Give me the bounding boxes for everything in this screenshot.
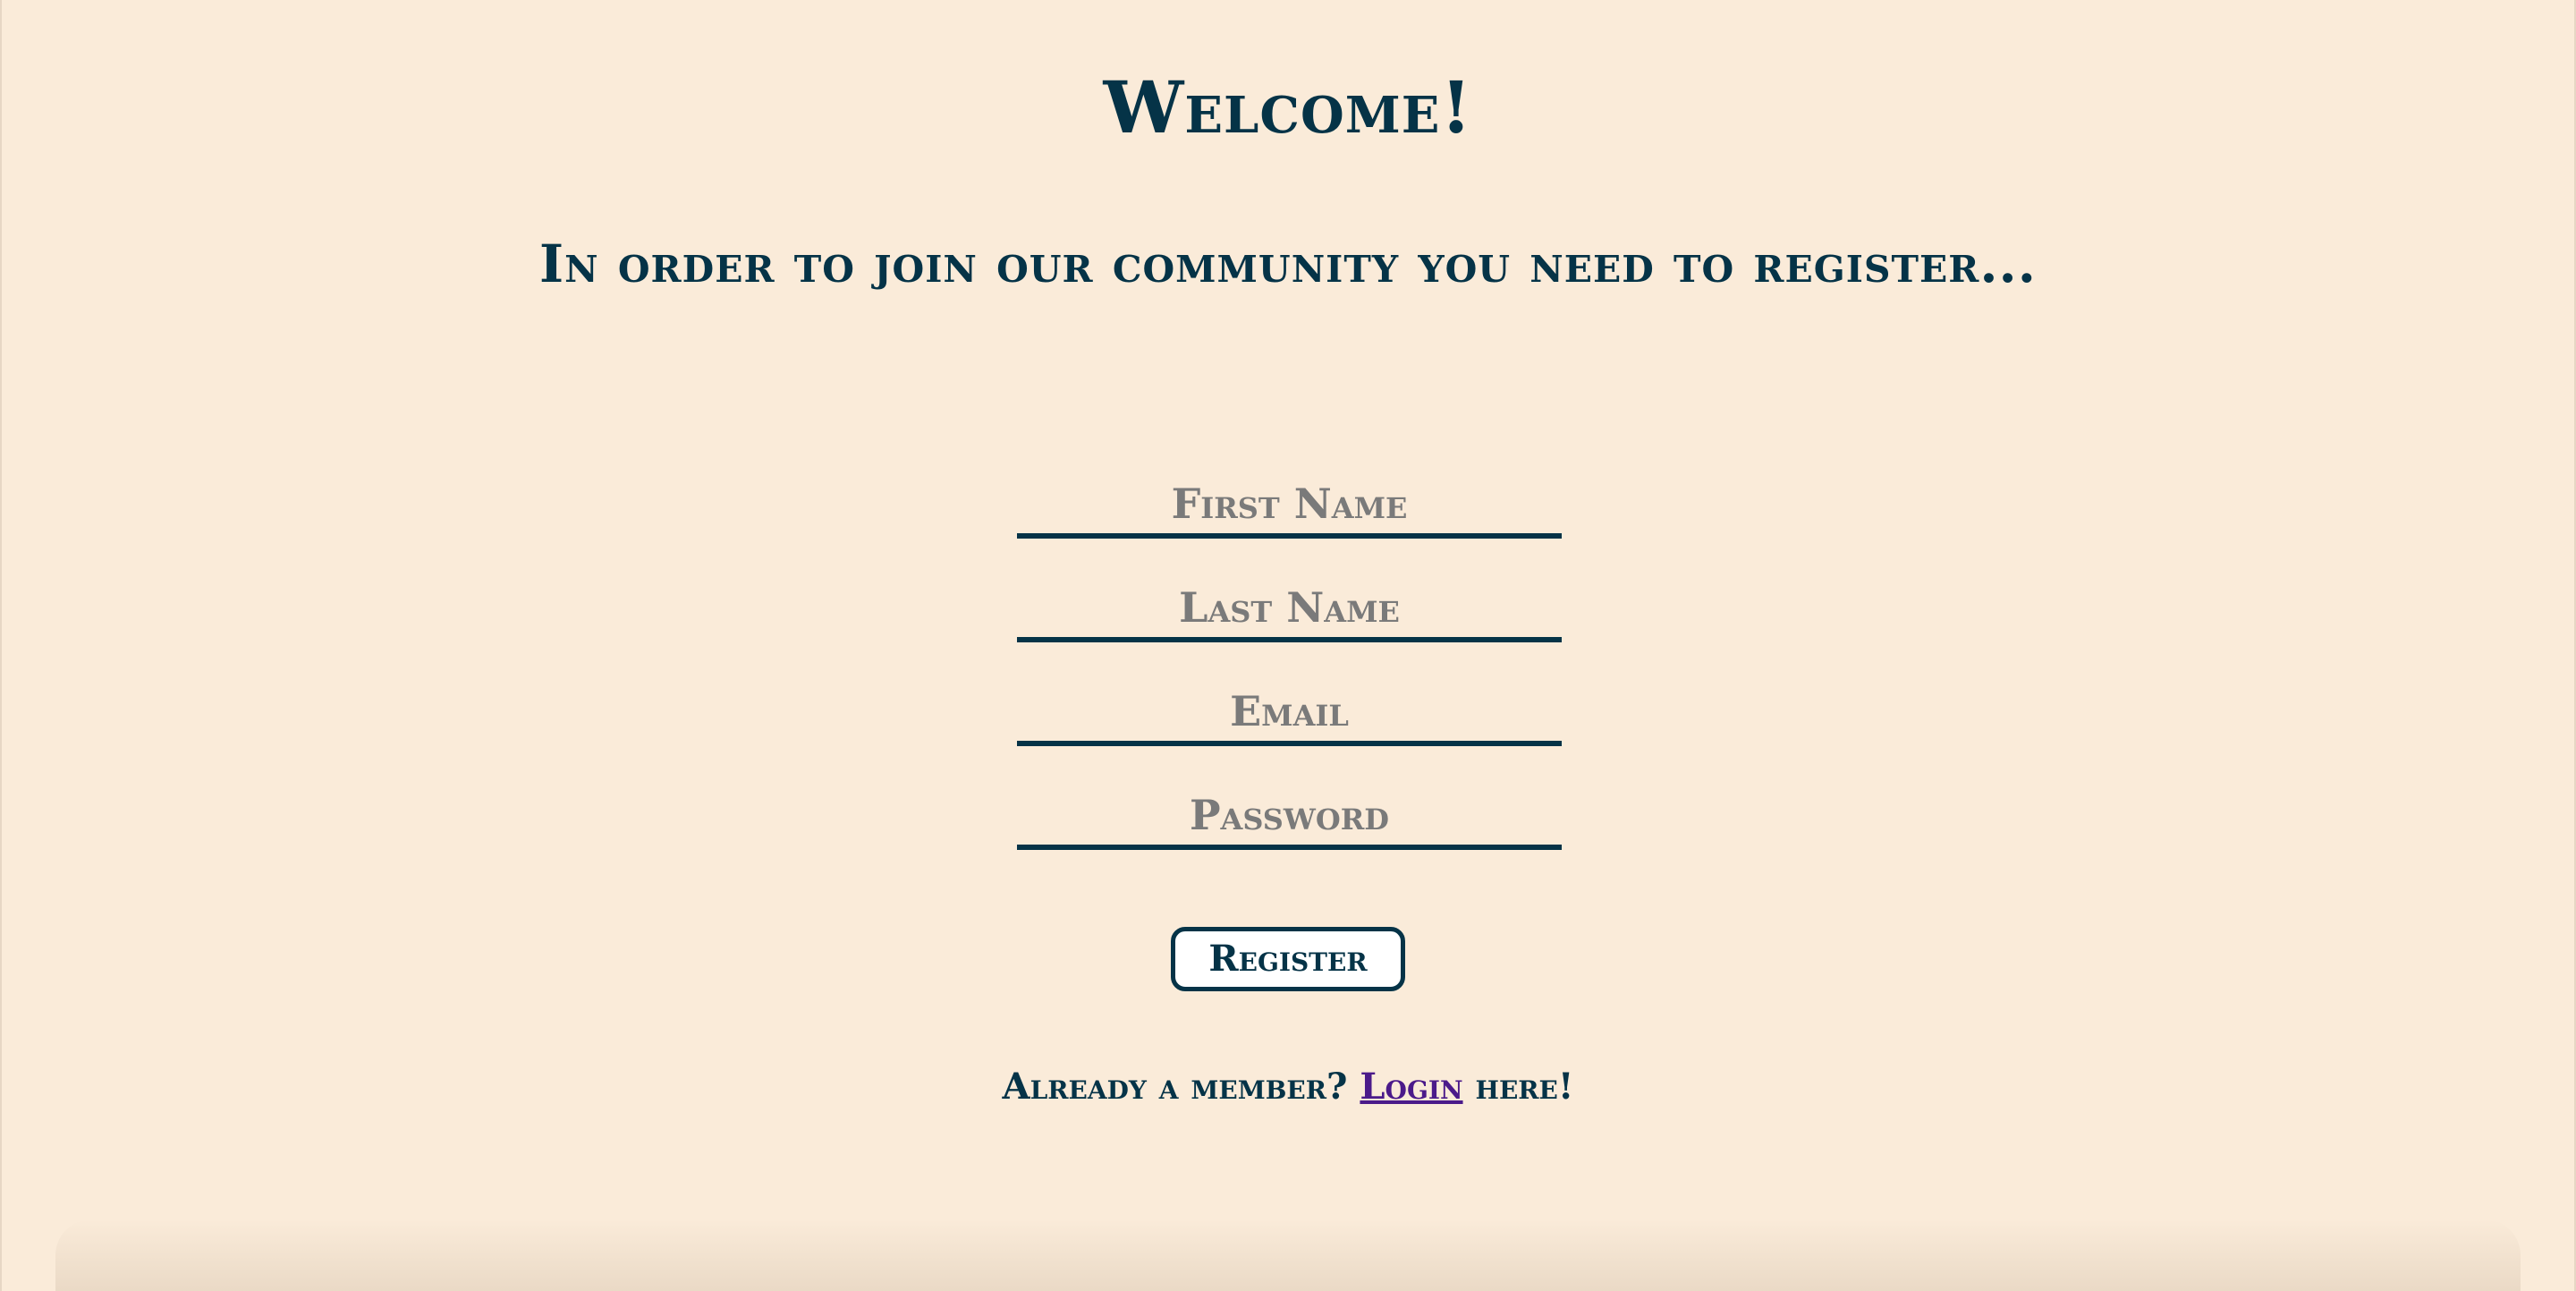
registration-form [1017,465,1562,880]
login-prompt-prefix: Already a member? [1002,1066,1348,1108]
last-name-input[interactable] [1017,569,1562,642]
page-title: Welcome! [1103,65,1473,149]
page-subtitle: In order to join our community you need … [539,234,2037,294]
register-button-container: Register [2,927,2574,991]
first-name-input[interactable] [1017,465,1562,539]
login-prompt-suffix: here! [1475,1066,1574,1108]
login-link[interactable]: Login [1360,1066,1462,1108]
login-prompt: Already a member? Login here! [2,1060,2574,1114]
bottom-shadow-decoration [55,1219,2521,1291]
password-input[interactable] [1017,777,1562,850]
registration-page: Welcome! In order to join our community … [0,0,2576,1291]
register-button[interactable]: Register [1171,927,1405,991]
email-input[interactable] [1017,673,1562,746]
